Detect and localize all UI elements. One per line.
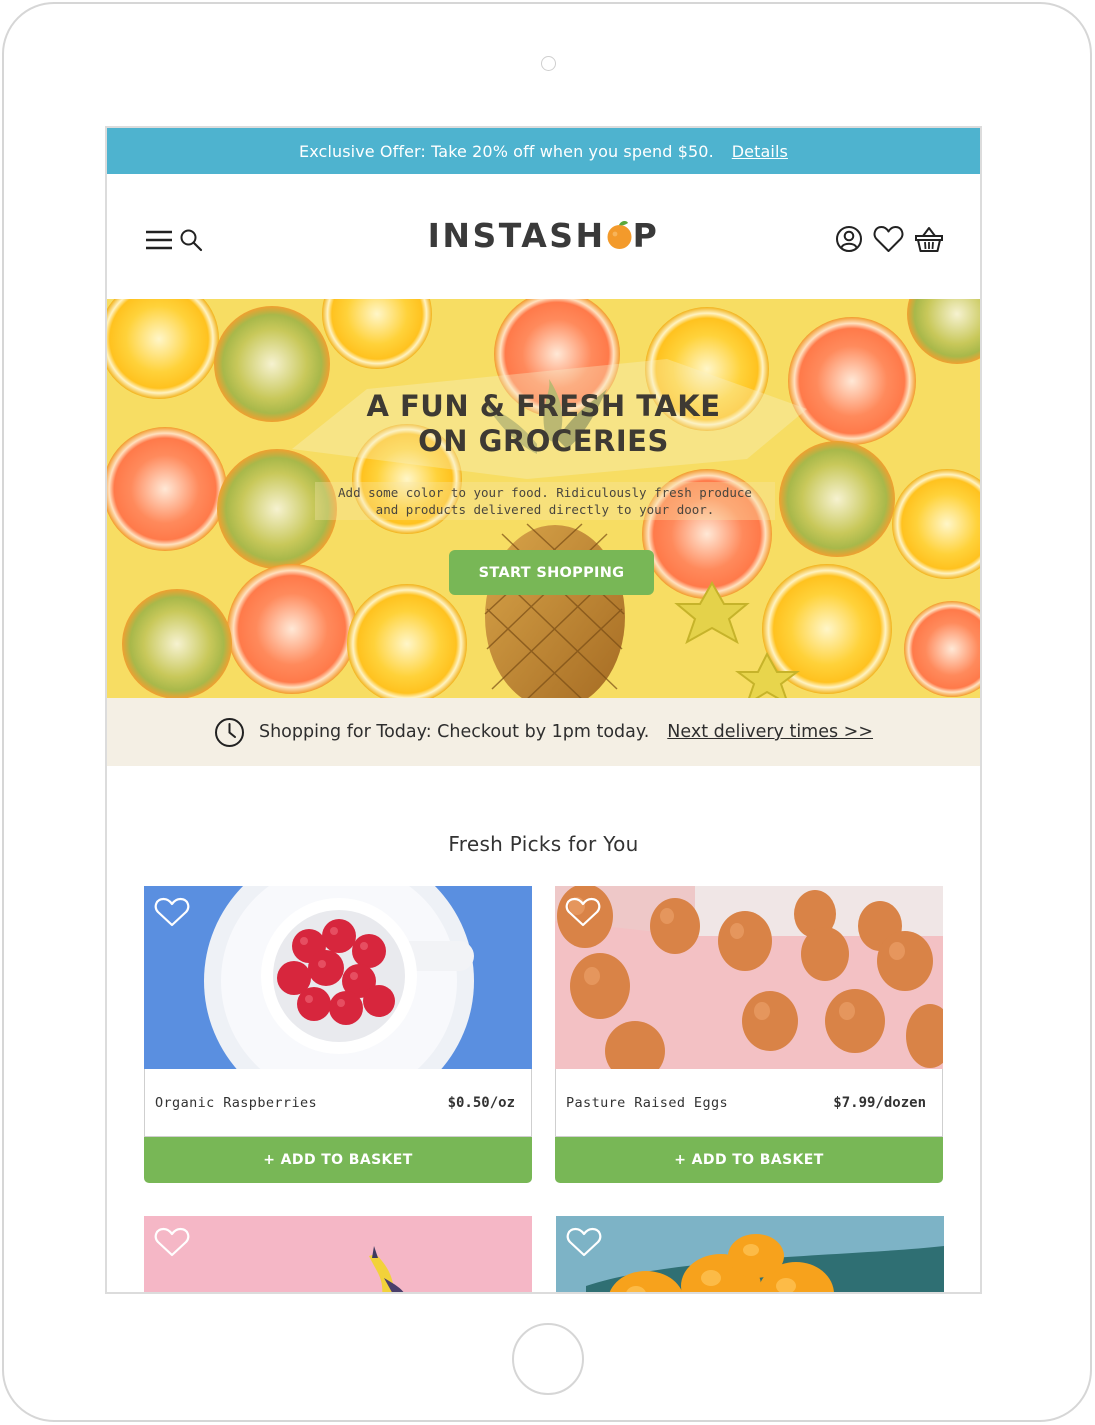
home-button[interactable] (512, 1323, 584, 1395)
wishlist-heart-icon[interactable] (873, 225, 904, 253)
product-info: Pasture Raised Eggs $7.99/dozen (555, 1069, 943, 1137)
favorite-heart-icon[interactable] (154, 896, 190, 932)
product-image-oranges[interactable] (556, 1216, 944, 1292)
next-delivery-times-link[interactable]: Next delivery times >> (667, 722, 873, 742)
start-shopping-button[interactable]: START SHOPPING (449, 550, 654, 595)
hero-title-line-1: A FUN & FRESH TAKE (366, 389, 721, 423)
product-image-banana[interactable] (144, 1216, 532, 1292)
add-to-basket-button[interactable]: + ADD TO BASKET (555, 1137, 943, 1183)
promo-text: Exclusive Offer: Take 20% off when you s… (299, 141, 714, 161)
basket-icon[interactable] (914, 225, 944, 253)
favorite-heart-icon[interactable] (566, 1226, 602, 1262)
hero-subtitle-line-2: and products delivered directly to your … (375, 502, 715, 517)
camera (541, 56, 556, 71)
product-name[interactable]: Organic Raspberries (155, 1095, 317, 1111)
hero-title-line-2: ON GROCERIES (418, 424, 669, 458)
account-icon[interactable] (835, 225, 863, 253)
site-header: INSTASH P (107, 174, 980, 299)
product-info: Organic Raspberries $0.50/oz (144, 1069, 532, 1137)
favorite-heart-icon[interactable] (565, 896, 601, 932)
screen: Exclusive Offer: Take 20% off when you s… (105, 126, 982, 1294)
promo-details-link[interactable]: Details (732, 142, 788, 161)
product-card: Pasture Raised Eggs $7.99/dozen + ADD TO… (555, 886, 943, 1183)
delivery-text: Shopping for Today: Checkout by 1pm toda… (258, 722, 650, 742)
logo-text-end: P (632, 216, 660, 255)
orange-logo-icon (606, 219, 633, 249)
favorite-heart-icon[interactable] (154, 1226, 190, 1262)
logo-text-start: INSTASH (427, 216, 606, 255)
product-card (556, 1216, 944, 1292)
hero-subtitle: Add some color to your food. Ridiculousl… (315, 482, 775, 520)
fresh-picks-title: Fresh Picks for You (448, 832, 639, 856)
product-card: Organic Raspberries $0.50/oz + ADD TO BA… (144, 886, 532, 1183)
product-price: $0.50/oz (447, 1094, 515, 1111)
product-grid: Organic Raspberries $0.50/oz + ADD TO BA… (107, 886, 980, 1292)
product-price: $7.99/dozen (833, 1094, 926, 1111)
hero-subtitle-line-1: Add some color to your food. Ridiculousl… (338, 485, 752, 500)
hero-banner: A FUN & FRESH TAKE ON GROCERIES Add some… (107, 299, 980, 698)
delivery-info-bar: Shopping for Today: Checkout by 1pm toda… (107, 698, 980, 766)
hero-title: A FUN & FRESH TAKE ON GROCERIES (107, 389, 980, 459)
product-image-eggs[interactable] (555, 886, 943, 1069)
header-right-actions (835, 225, 944, 253)
product-image-raspberries[interactable] (144, 886, 532, 1069)
product-card (144, 1216, 532, 1292)
product-name[interactable]: Pasture Raised Eggs (566, 1095, 728, 1111)
promo-bar: Exclusive Offer: Take 20% off when you s… (107, 128, 980, 174)
add-to-basket-button[interactable]: + ADD TO BASKET (144, 1137, 532, 1183)
clock-icon (214, 717, 245, 748)
